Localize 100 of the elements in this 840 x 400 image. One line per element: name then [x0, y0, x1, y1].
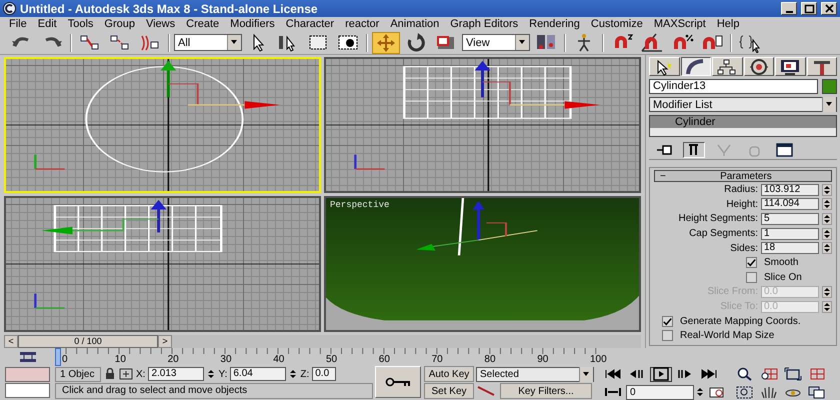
- coordinate-field[interactable]: 2.013: [148, 367, 204, 381]
- object-name-field[interactable]: Cylinder13: [649, 79, 818, 94]
- parameter-label: Radius:: [724, 184, 759, 196]
- viewport[interactable]: [4, 196, 321, 332]
- coordinate-label: Y:: [218, 368, 228, 380]
- spinner-arrows-icon: [822, 184, 832, 196]
- selection-swatch: [5, 367, 50, 382]
- ruler-label: 100: [590, 354, 607, 365]
- menu-item[interactable]: File: [4, 18, 33, 30]
- parameter-label: Height:: [726, 198, 759, 210]
- go-to-end-icon: [699, 367, 719, 381]
- axis-tripod-icon: [34, 294, 65, 309]
- menu-item[interactable]: MAXScript: [648, 18, 712, 30]
- ruler-label: 0: [62, 354, 68, 365]
- spinner-field[interactable]: 1: [761, 228, 819, 240]
- maximize-icon: [804, 4, 814, 14]
- checkbox-label: Slice On: [764, 272, 802, 283]
- menu-item[interactable]: Create: [181, 18, 226, 30]
- checkbox-label: Generate Mapping Coords.: [680, 316, 801, 327]
- menu-item[interactable]: Rendering: [524, 18, 586, 30]
- reference-coordinate-dropdown[interactable]: View: [462, 34, 530, 51]
- monitor-icon: [779, 58, 802, 76]
- ruler-label: 10: [114, 354, 126, 365]
- spinner-field[interactable]: 103.912: [761, 184, 819, 196]
- maximize-button[interactable]: [801, 2, 817, 15]
- selection-count: 1 Objec: [55, 366, 101, 382]
- minimize-button[interactable]: [781, 2, 797, 15]
- key-filters-button[interactable]: Key Filters...: [500, 383, 592, 399]
- viewport[interactable]: [324, 57, 641, 193]
- viewport-label: Perspective: [330, 200, 390, 210]
- checkbox[interactable]: [746, 257, 757, 268]
- app-logo-icon: [3, 2, 16, 15]
- checkmark-icon: [747, 258, 756, 268]
- spinner-arrows-icon: [822, 286, 832, 298]
- menu-item[interactable]: Tools: [62, 18, 100, 30]
- menu-item[interactable]: Animation: [385, 18, 446, 30]
- coordinate-field[interactable]: 6.04: [230, 367, 286, 381]
- menu-item[interactable]: Customize: [586, 18, 649, 30]
- key-icon: [385, 377, 411, 387]
- minimize-icon: [786, 10, 792, 12]
- window-title: Untitled - Autodesk 3ds Max 8 - Stand-alone License: [20, 2, 319, 16]
- go-to-start-icon: [603, 367, 623, 381]
- parameter-label: Height Segments:: [678, 213, 759, 224]
- rollout-header[interactable]: − Parameters: [654, 170, 832, 182]
- perspective-viewport[interactable]: Perspective: [324, 196, 641, 332]
- auto-key-button[interactable]: Auto Key: [424, 366, 474, 382]
- selection-filter-dropdown[interactable]: All: [174, 34, 242, 51]
- ruler-label: 40: [273, 354, 284, 365]
- spinner-arrows-icon: [289, 368, 298, 380]
- axis-tripod-icon: [354, 154, 385, 170]
- hierarchy-icon: [716, 58, 738, 76]
- stack-item[interactable]: Cylinder: [650, 116, 836, 128]
- menu-item[interactable]: Character: [280, 18, 340, 30]
- ruler-label: 60: [378, 354, 390, 365]
- menu-item[interactable]: Help: [712, 18, 746, 30]
- coordinate-label: X:: [136, 368, 146, 380]
- ruler-label: 50: [326, 354, 338, 365]
- spinner-arrows-icon: [822, 300, 832, 313]
- lock-icon: [104, 368, 116, 380]
- spinner-field[interactable]: 18: [761, 242, 819, 254]
- blank-swatch: [5, 383, 50, 398]
- panel-tab[interactable]: [680, 57, 711, 76]
- stack-tool-button[interactable]: [683, 142, 705, 158]
- collapse-toggle[interactable]: −: [660, 170, 666, 182]
- next-frame-button[interactable]: >: [158, 334, 172, 348]
- key-mode-button[interactable]: [375, 366, 421, 398]
- spinner-arrows-icon: [822, 242, 832, 254]
- menu-item[interactable]: Edit: [32, 18, 63, 30]
- spinner-field[interactable]: 114.094: [761, 198, 819, 210]
- spinner-arrows-icon: [822, 198, 832, 210]
- checkbox[interactable]: [662, 330, 673, 342]
- checkbox[interactable]: [662, 316, 673, 327]
- ruler-label: 30: [220, 354, 232, 365]
- checkbox-label: Smooth: [764, 257, 798, 268]
- play-button[interactable]: [650, 366, 672, 382]
- spinner-arrows-icon: [822, 212, 832, 225]
- previous-frame-button[interactable]: <: [4, 334, 18, 348]
- key-mode-dropdown[interactable]: Selected: [476, 366, 594, 382]
- ruler-label: 80: [484, 354, 496, 365]
- menu-item[interactable]: Views: [140, 18, 182, 30]
- menu-item[interactable]: reactor: [340, 18, 386, 30]
- angle-magnet-icon: [640, 32, 664, 53]
- coordinate-field[interactable]: 0.0: [312, 367, 336, 381]
- modifier-list-dropdown[interactable]: Modifier List: [649, 97, 837, 112]
- set-key-button[interactable]: Set Key: [424, 383, 474, 399]
- object-color-swatch[interactable]: [822, 79, 837, 94]
- parameter-label: Sides:: [730, 242, 759, 254]
- menu-item[interactable]: Group: [99, 18, 141, 30]
- close-icon: [824, 4, 834, 14]
- current-frame-field[interactable]: 0: [626, 384, 694, 400]
- frame-marker[interactable]: [55, 348, 61, 366]
- menu-item[interactable]: Graph Editors: [445, 18, 524, 30]
- spinner-field[interactable]: 5: [761, 212, 819, 225]
- menu-item[interactable]: Modifiers: [225, 18, 281, 30]
- close-button[interactable]: [821, 2, 837, 15]
- ruler-label: 70: [432, 354, 443, 365]
- coordinate-label: Z:: [300, 368, 310, 380]
- checkbox[interactable]: [746, 272, 757, 283]
- spinner-arrows-icon: [207, 368, 216, 380]
- time-slider-thumb[interactable]: 0 / 100: [18, 334, 158, 348]
